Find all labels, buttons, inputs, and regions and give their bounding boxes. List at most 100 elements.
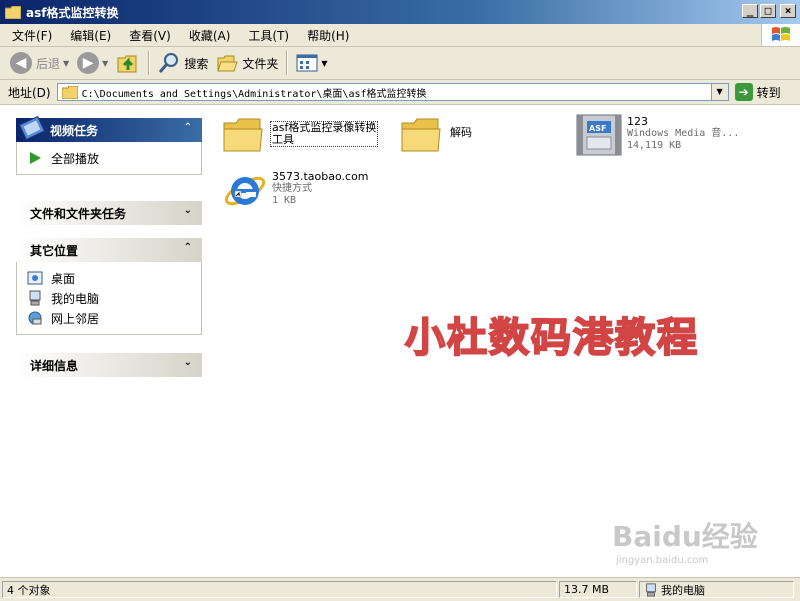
details-title: 详细信息 [30, 358, 79, 373]
folder-icon [61, 85, 78, 99]
status-location: 我的电脑 [639, 581, 794, 598]
back-button[interactable]: ◀ 后退 ▼ [6, 49, 73, 77]
status-object-count: 4 个对象 [2, 581, 557, 598]
forward-button[interactable]: ▶ ▼ [73, 49, 112, 77]
desktop-icon [27, 270, 43, 286]
menu-edit[interactable]: 编辑(E) [70, 27, 111, 44]
network-icon [27, 310, 43, 326]
other-places-header[interactable]: 其它位置 ⌃ [16, 238, 202, 262]
file-name: 123 [627, 115, 648, 128]
file-size: 1 KB [272, 195, 297, 206]
total-size-text: 13.7 MB [564, 583, 610, 596]
file-name-cont: 工具 [272, 133, 294, 146]
folder-icon [223, 118, 263, 152]
file-folder-tasks-title: 文件和文件夹任务 [30, 206, 127, 221]
chevron-down-icon: ▼ [321, 58, 328, 68]
asf-icon-label: ASF [589, 124, 606, 133]
desktop-label: 桌面 [51, 271, 76, 286]
search-button[interactable]: 搜索 [154, 49, 212, 77]
baidu-logo-text: Baidu经验 [612, 520, 758, 553]
desktop-link[interactable]: 桌面 [27, 268, 201, 288]
play-icon [27, 150, 43, 166]
details-panel: 详细信息 ⌄ [16, 353, 202, 377]
address-label: 地址(D) [8, 85, 51, 100]
asf-media-file-icon: ASF [576, 114, 622, 156]
baidu-url: jingyan.baidu.com [616, 555, 709, 566]
computer-icon [646, 582, 656, 597]
go-arrow-icon: ➔ [734, 83, 753, 101]
expand-icon[interactable]: ⌄ [184, 357, 192, 368]
address-path: C:\Documents and Settings\Administrator\… [81, 88, 427, 100]
other-places-title: 其它位置 [30, 243, 79, 258]
play-all-link[interactable]: 全部播放 [27, 148, 201, 168]
media-file-item[interactable]: ASF 123 Windows Media 音... 14,119 KB [575, 111, 739, 159]
toolbar: ◀ 后退 ▼ ▶ ▼ 搜索 文件夹 ▼ [0, 47, 800, 80]
chevron-down-icon: ▼ [102, 58, 109, 68]
toolbar-separator [286, 51, 289, 75]
expand-icon[interactable]: ⌄ [184, 205, 192, 216]
computer-icon [27, 290, 43, 306]
menu-tools[interactable]: 工具(T) [248, 27, 289, 44]
my-computer-link[interactable]: 我的电脑 [27, 288, 201, 308]
my-computer-label: 我的电脑 [51, 291, 100, 306]
network-places-link[interactable]: 网上邻居 [27, 308, 201, 328]
folder-icon [5, 5, 21, 19]
file-type: Windows Media 音... [627, 128, 740, 139]
file-folder-tasks-header[interactable]: 文件和文件夹任务 ⌄ [16, 201, 202, 225]
internet-explorer-icon [224, 176, 266, 206]
menu-bar: 文件(F) 编辑(E) 查看(V) 收藏(A) 工具(T) 帮助(H) [0, 24, 800, 47]
maximize-button[interactable]: □ [760, 4, 776, 18]
folders-icon [217, 55, 239, 72]
details-header[interactable]: 详细信息 ⌄ [16, 353, 202, 377]
folder-item-converter[interactable]: asf格式监控录像转换 工具 [222, 115, 379, 155]
address-input[interactable]: C:\Documents and Settings\Administrator\… [56, 83, 729, 101]
go-button[interactable]: ➔ 转到 [734, 83, 781, 101]
menu-help[interactable]: 帮助(H) [307, 27, 349, 44]
status-size: 13.7 MB [559, 581, 637, 598]
title-bar: asf格式监控转换 _ □ × [0, 0, 800, 24]
menu-file[interactable]: 文件(F) [12, 27, 52, 44]
other-places-body: 桌面 我的电脑 网上邻居 [16, 262, 202, 335]
file-type: 快捷方式 [272, 183, 312, 194]
chevron-down-icon: ▼ [63, 58, 70, 68]
film-icon [18, 115, 46, 141]
content-area: 视频任务 ⌃ 全部播放 文件和文件夹任务 ⌄ 其它位置 ⌃ 桌面 我的电脑 网上… [0, 105, 800, 576]
other-places-panel: 其它位置 ⌃ 桌面 我的电脑 网上邻居 [16, 238, 202, 335]
collapse-icon[interactable]: ⌃ [184, 242, 192, 253]
network-places-label: 网上邻居 [51, 311, 100, 326]
search-label: 搜索 [184, 56, 209, 71]
watermark-text: 小杜数码港教程 [404, 313, 699, 362]
file-name: 3573.taobao.com [272, 170, 369, 183]
folder-item-decode[interactable]: 解码 [400, 115, 472, 155]
baidu-watermark: Baidu经验 jingyan.baidu.com [612, 515, 758, 566]
close-button[interactable]: × [780, 4, 796, 18]
menu-view[interactable]: 查看(V) [129, 27, 171, 44]
windows-logo-icon [761, 24, 800, 46]
minimize-button[interactable]: _ [742, 4, 758, 18]
back-label: 后退 [36, 56, 61, 71]
toolbar-separator [148, 51, 151, 75]
folders-button[interactable]: 文件夹 [212, 49, 282, 77]
collapse-icon[interactable]: ⌃ [184, 122, 192, 133]
address-dropdown-button[interactable]: ▼ [710, 84, 728, 100]
video-tasks-title: 视频任务 [50, 123, 99, 138]
folder-icon [401, 118, 441, 152]
up-folder-button[interactable] [112, 49, 144, 77]
back-arrow-icon: ◀ [10, 52, 32, 74]
video-tasks-header[interactable]: 视频任务 ⌃ [16, 115, 202, 142]
status-bar: 4 个对象 13.7 MB 我的电脑 [0, 577, 800, 601]
views-button[interactable]: ▼ [292, 49, 331, 77]
window-title: asf格式监控转换 [26, 5, 119, 20]
video-tasks-body: 全部播放 [16, 142, 202, 175]
forward-arrow-icon: ▶ [77, 52, 100, 74]
menu-favorites[interactable]: 收藏(A) [189, 27, 231, 44]
up-folder-icon [117, 55, 137, 73]
go-label: 转到 [756, 85, 781, 100]
views-icon [296, 54, 318, 72]
file-size: 14,119 KB [627, 140, 682, 151]
video-tasks-panel: 视频任务 ⌃ 全部播放 [16, 115, 202, 175]
file-folder-tasks-panel: 文件和文件夹任务 ⌄ [16, 201, 202, 225]
file-name: 解码 [450, 126, 472, 139]
shortcut-item[interactable]: 3573.taobao.com 快捷方式 1 KB [222, 167, 369, 213]
folders-label: 文件夹 [242, 56, 279, 71]
